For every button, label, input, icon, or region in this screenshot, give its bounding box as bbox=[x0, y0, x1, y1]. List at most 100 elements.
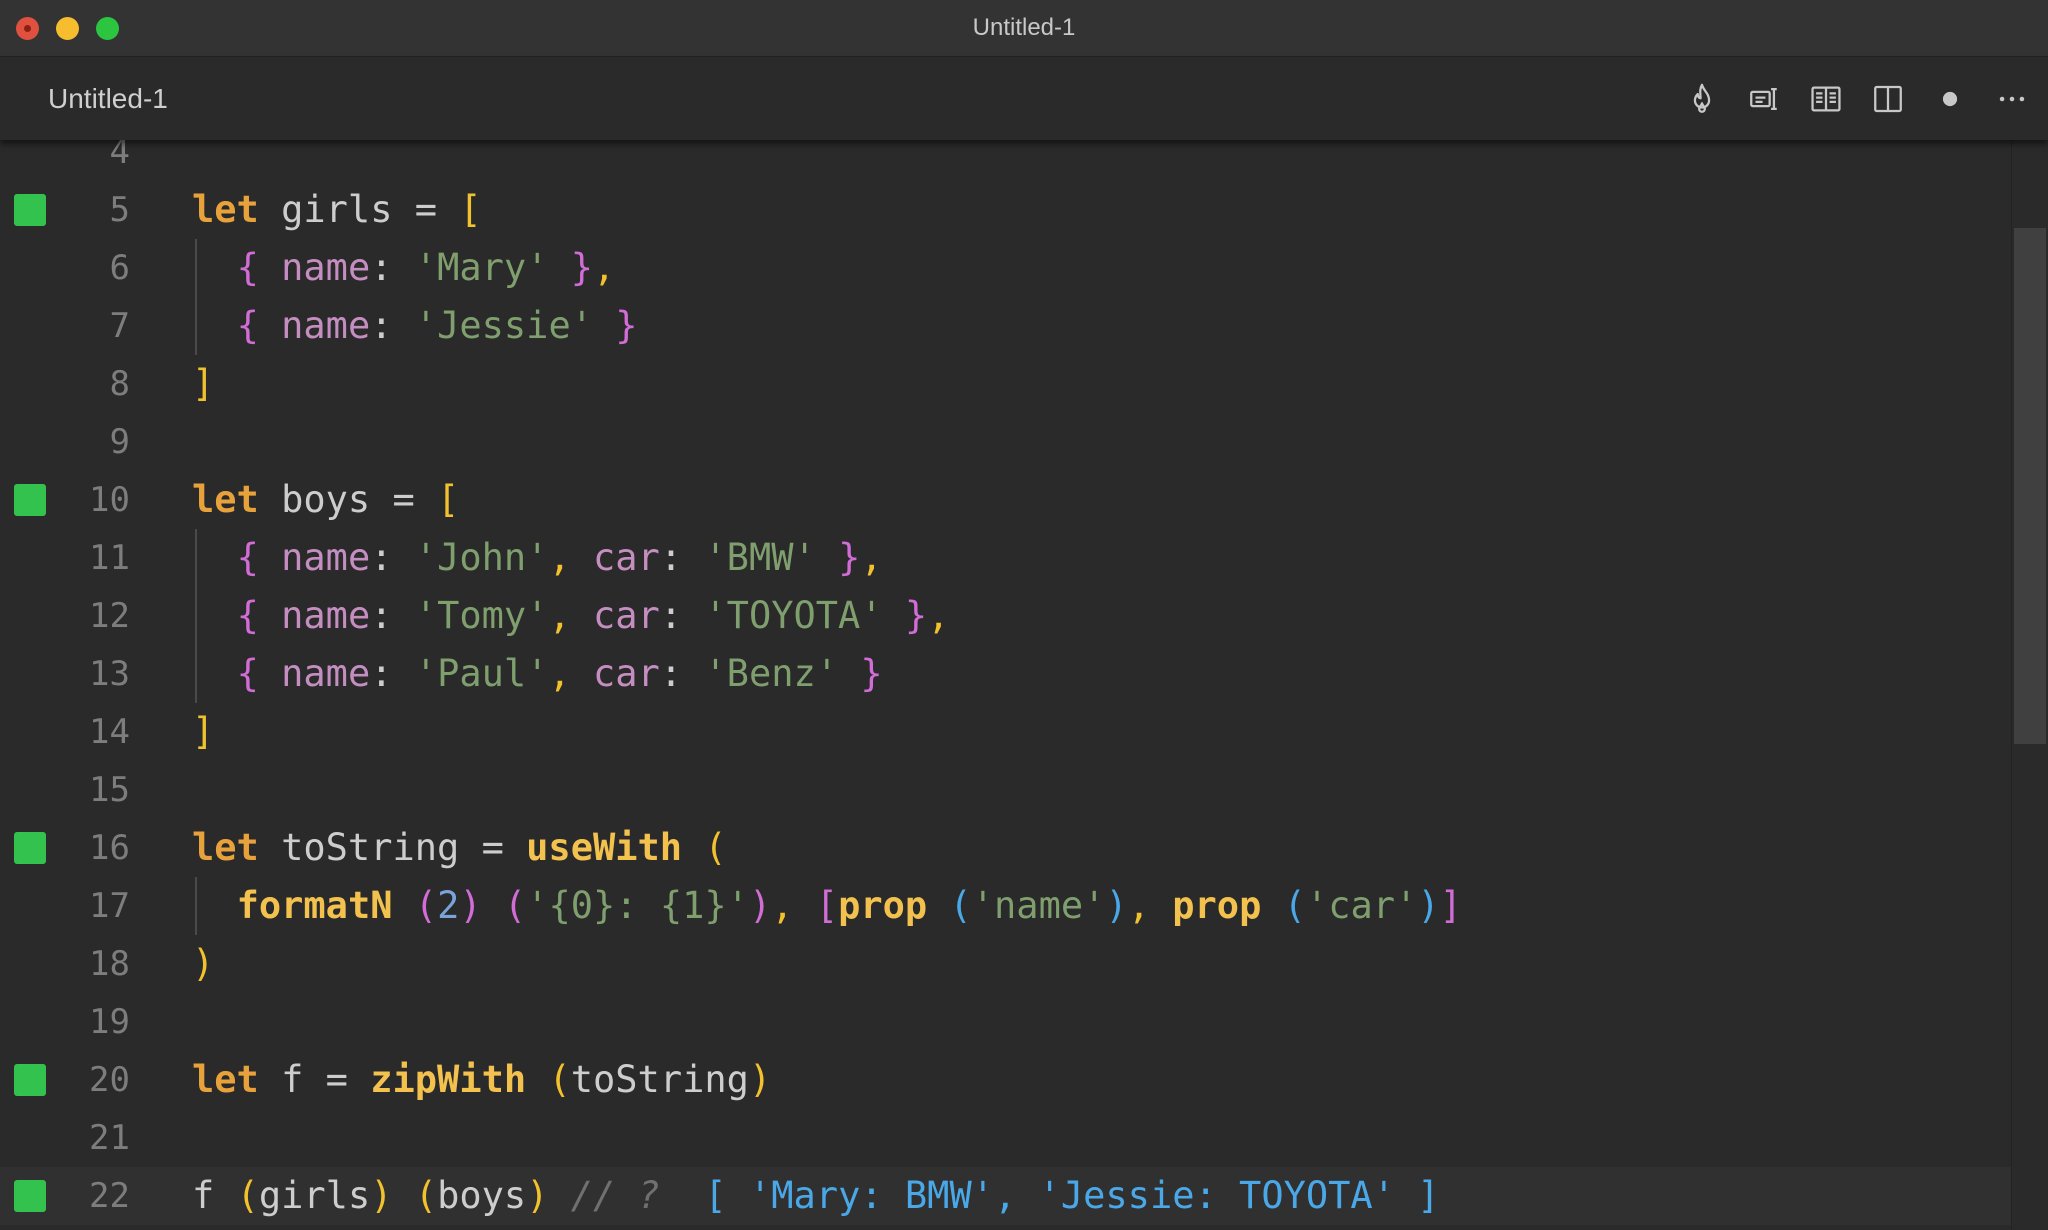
code-text: let f = zipWith (toString) bbox=[192, 1051, 771, 1109]
code-line[interactable]: 8] bbox=[0, 355, 2012, 413]
code-line[interactable]: 22 f (girls) (boys) // ? [ 'Mary: BMW', '… bbox=[0, 1167, 2012, 1225]
code-editor[interactable]: 4 5 let girls = [6 { name: 'Mary' }, 7 { na… bbox=[0, 140, 2048, 1230]
code-token: ) bbox=[1105, 884, 1128, 927]
code-text: { name: 'Jessie' } bbox=[192, 297, 638, 355]
code-token: } bbox=[570, 246, 594, 289]
code-token: toString bbox=[570, 1058, 749, 1101]
run-on-save-icon[interactable] bbox=[1746, 81, 1782, 117]
code-token: } bbox=[904, 594, 928, 637]
code-text: f (girls) (boys) // ? [ 'Mary: BMW', 'Je… bbox=[192, 1167, 1440, 1225]
code-token: f bbox=[258, 1058, 326, 1101]
code-token: name bbox=[258, 536, 371, 579]
code-token: ( bbox=[949, 884, 972, 927]
editor-actions bbox=[1684, 57, 2030, 140]
code-token: 'Jessie' bbox=[414, 304, 594, 347]
code-token: , bbox=[593, 246, 616, 289]
tab-untitled-1[interactable]: Untitled-1 bbox=[48, 57, 168, 140]
code-text: ] bbox=[192, 703, 214, 761]
line-number: 14 bbox=[89, 712, 130, 752]
vertical-scrollbar[interactable] bbox=[2011, 140, 2048, 1230]
code-token: // ? bbox=[570, 1174, 660, 1217]
code-line[interactable]: 19 bbox=[0, 993, 2012, 1051]
code-line[interactable]: 5 let girls = [ bbox=[0, 181, 2012, 239]
code-token: : bbox=[370, 536, 415, 579]
split-editor-icon[interactable] bbox=[1870, 81, 1906, 117]
code-token: useWith bbox=[526, 826, 683, 869]
unsaved-dot-icon[interactable] bbox=[1932, 81, 1968, 117]
line-number: 15 bbox=[89, 770, 130, 810]
code-token: name bbox=[258, 594, 371, 637]
code-token: { bbox=[236, 594, 259, 637]
code-token: : bbox=[370, 594, 415, 637]
line-number: 10 bbox=[89, 480, 130, 520]
code-token: , bbox=[548, 536, 571, 579]
code-token: ( bbox=[414, 1174, 438, 1217]
coverage-marker-icon bbox=[14, 1180, 46, 1212]
line-number: 7 bbox=[109, 306, 130, 346]
code-token: ) bbox=[748, 1058, 772, 1101]
code-line[interactable]: 7 { name: 'Jessie' } bbox=[0, 297, 2012, 355]
code-token: ( bbox=[503, 884, 527, 927]
line-number: 8 bbox=[109, 364, 130, 404]
code-token: ] bbox=[192, 710, 215, 753]
scrollbar-thumb[interactable] bbox=[2014, 228, 2046, 744]
coverage-marker-icon bbox=[14, 484, 46, 516]
code-token: { bbox=[236, 536, 259, 579]
code-token: let bbox=[192, 1058, 259, 1101]
code-line[interactable]: 14] bbox=[0, 703, 2012, 761]
code-line[interactable]: 10 let boys = [ bbox=[0, 471, 2012, 529]
code-token: boys bbox=[258, 478, 393, 521]
code-token: ( bbox=[1283, 884, 1306, 927]
code-text: let boys = [ bbox=[192, 471, 459, 529]
code-token: , bbox=[548, 594, 571, 637]
code-token: 'TOYOTA' bbox=[704, 594, 883, 637]
code-token: zipWith bbox=[370, 1058, 527, 1101]
line-number: 22 bbox=[89, 1176, 130, 1216]
code-token: car bbox=[570, 652, 660, 695]
code-token: ( bbox=[236, 1174, 259, 1217]
code-line[interactable]: 4 bbox=[0, 140, 2012, 181]
code-token: = bbox=[481, 826, 527, 869]
code-line[interactable]: 20 let f = zipWith (toString) bbox=[0, 1051, 2012, 1109]
code-token: name bbox=[258, 304, 371, 347]
code-token: ) bbox=[1417, 884, 1440, 927]
code-token: 'Mary' bbox=[414, 246, 549, 289]
code-token: } bbox=[838, 536, 861, 579]
code-line[interactable]: 11 { name: 'John', car: 'BMW' }, bbox=[0, 529, 2012, 587]
code-token: f bbox=[192, 1174, 237, 1217]
more-actions-icon[interactable] bbox=[1994, 81, 2030, 117]
editor-tab-bar: Untitled-1 bbox=[0, 57, 2048, 140]
code-line[interactable]: 9 bbox=[0, 413, 2012, 471]
code-token: [ 'Mary: BMW', 'Jessie: TOYOTA' ] bbox=[704, 1174, 1440, 1217]
code-line[interactable]: 18) bbox=[0, 935, 2012, 993]
code-line[interactable]: 13 { name: 'Paul', car: 'Benz' } bbox=[0, 645, 2012, 703]
code-token: } bbox=[860, 652, 883, 695]
line-number: 19 bbox=[89, 1002, 130, 1042]
code-line[interactable]: 6 { name: 'Mary' }, bbox=[0, 239, 2012, 297]
code-line[interactable]: 12 { name: 'Tomy', car: 'TOYOTA' }, bbox=[0, 587, 2012, 645]
code-token: : bbox=[370, 246, 415, 289]
code-token: boys bbox=[437, 1174, 527, 1217]
code-line[interactable]: 15 bbox=[0, 761, 2012, 819]
code-line[interactable]: 16 let toString = useWith ( bbox=[0, 819, 2012, 877]
code-line[interactable]: 21 bbox=[0, 1109, 2012, 1167]
flame-icon[interactable] bbox=[1684, 81, 1720, 117]
line-number: 5 bbox=[109, 190, 130, 230]
code-token: let bbox=[192, 478, 259, 521]
code-token: girls bbox=[258, 1174, 371, 1217]
code-line[interactable]: 17 formatN (2) ('{0}: {1}'), [prop ('nam… bbox=[0, 877, 2012, 935]
code-token: [ bbox=[815, 884, 839, 927]
open-preview-icon[interactable] bbox=[1808, 81, 1844, 117]
